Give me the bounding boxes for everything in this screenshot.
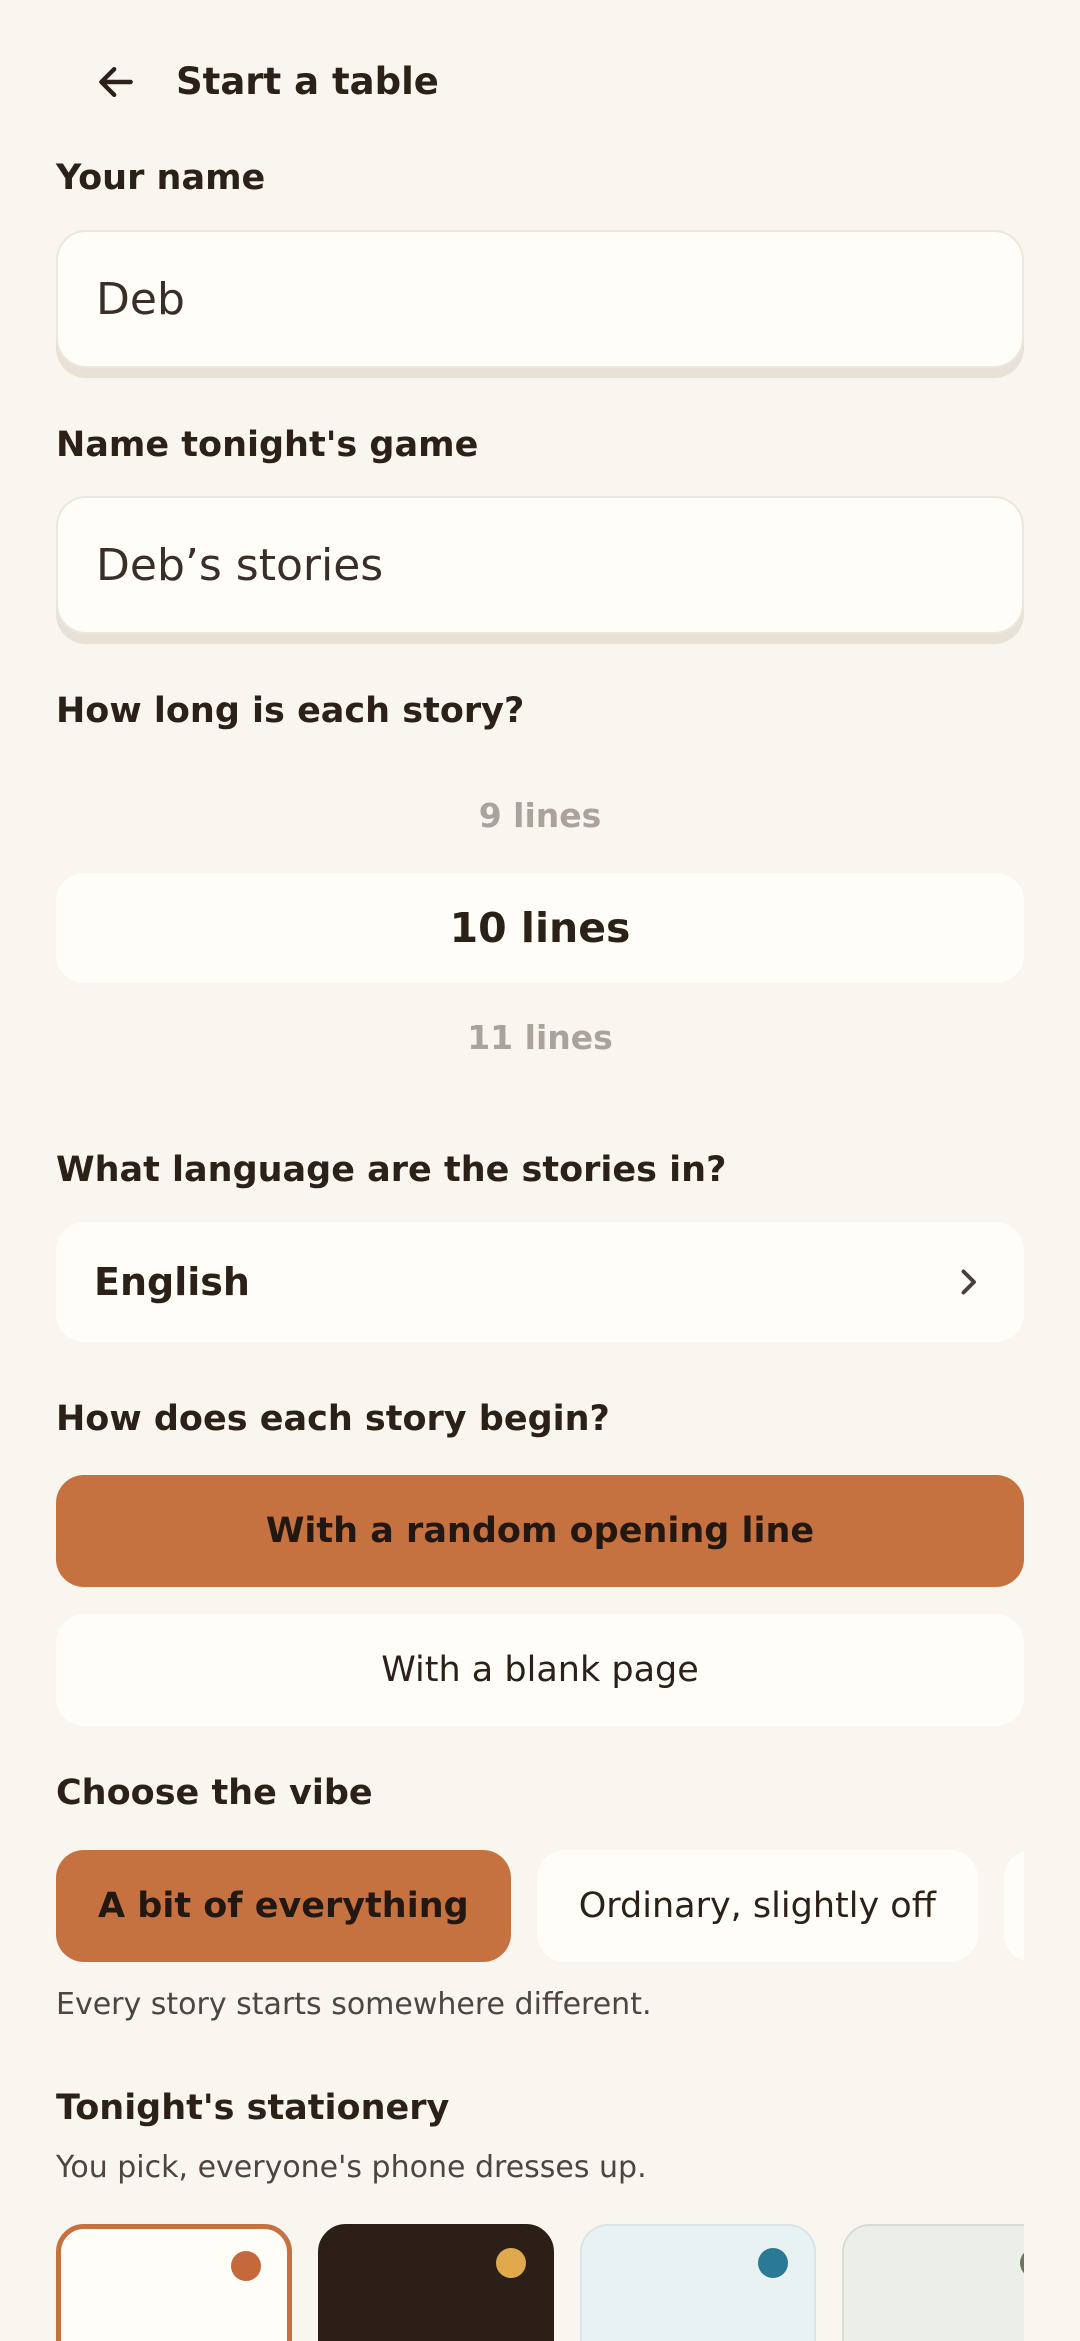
start-table-screen: Start a table Your name Deb Name tonight… bbox=[0, 0, 1080, 2341]
stationery-label: Tonight's stationery bbox=[56, 2088, 450, 2128]
color-dot-icon bbox=[496, 2248, 526, 2278]
color-dot-icon bbox=[1020, 2248, 1024, 2278]
length-option-below[interactable]: 11 lines bbox=[56, 1008, 1024, 1068]
stationery-card[interactable] bbox=[580, 2224, 816, 2341]
stationery-card[interactable] bbox=[56, 2224, 292, 2341]
length-option-above[interactable]: 9 lines bbox=[56, 786, 1024, 846]
vibe-description: Every story starts somewhere different. bbox=[56, 1987, 652, 2022]
color-dot-icon bbox=[758, 2248, 788, 2278]
name-label: Your name bbox=[56, 158, 266, 198]
blank-page-option[interactable]: With a blank page bbox=[56, 1614, 1024, 1726]
story-begin-label: How does each story begin? bbox=[56, 1399, 610, 1439]
name-input[interactable]: Deb bbox=[56, 230, 1024, 368]
top-bar: Start a table bbox=[0, 40, 1080, 124]
vibe-chip-label: Ordinary, slightly off bbox=[578, 1886, 936, 1926]
color-dot-icon bbox=[231, 2251, 261, 2281]
random-opening-option-label: With a random opening line bbox=[265, 1511, 815, 1551]
chevron-right-icon bbox=[961, 1269, 976, 1295]
stationery-card[interactable] bbox=[842, 2224, 1024, 2341]
game-name-input[interactable]: Deb’s stories bbox=[56, 496, 1024, 634]
language-select[interactable]: English bbox=[56, 1222, 1024, 1342]
vibe-label: Choose the vibe bbox=[56, 1773, 373, 1813]
stationery-subtitle: You pick, everyone's phone dresses up. bbox=[56, 2150, 647, 2185]
vibe-chip-ordinary[interactable]: Ordinary, slightly off bbox=[536, 1850, 978, 1962]
stationery-cards bbox=[56, 2224, 1024, 2341]
blank-page-option-label: With a blank page bbox=[381, 1650, 699, 1690]
vibe-chip-partial[interactable]: Av bbox=[1003, 1850, 1024, 1962]
language-label: What language are the stories in? bbox=[56, 1150, 727, 1190]
game-name-input-value: Deb’s stories bbox=[96, 539, 384, 591]
vibe-chips: A bit of everything Ordinary, slightly o… bbox=[56, 1850, 1024, 1962]
name-input-value: Deb bbox=[96, 273, 185, 325]
back-button[interactable] bbox=[70, 40, 162, 124]
vibe-chip-label: A bit of everything bbox=[98, 1886, 469, 1926]
arrow-left-icon bbox=[99, 66, 133, 98]
language-value: English bbox=[94, 1260, 250, 1304]
stationery-card[interactable] bbox=[318, 2224, 554, 2341]
random-opening-option[interactable]: With a random opening line bbox=[56, 1475, 1024, 1587]
vibe-chip-everything[interactable]: A bit of everything bbox=[56, 1850, 511, 1962]
length-option-selected[interactable]: 10 lines bbox=[56, 873, 1024, 983]
game-name-label: Name tonight's game bbox=[56, 425, 479, 465]
story-length-label: How long is each story? bbox=[56, 691, 525, 731]
page-title: Start a table bbox=[176, 60, 439, 103]
